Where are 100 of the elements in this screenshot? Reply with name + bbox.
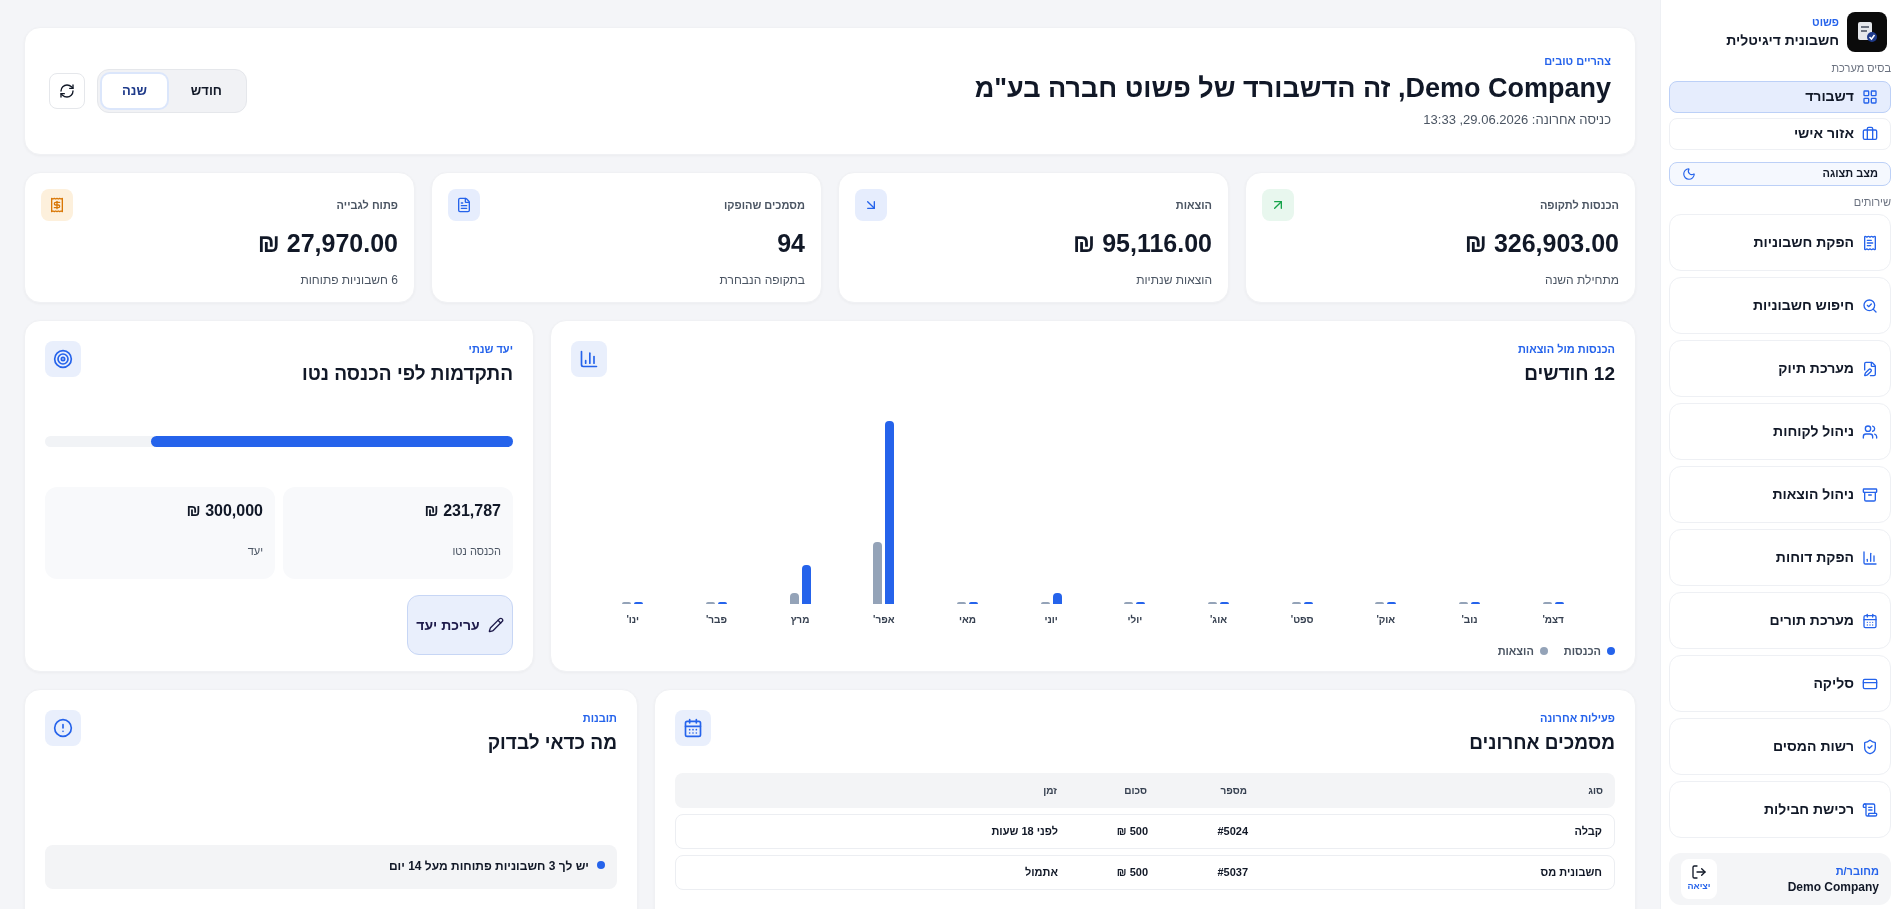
card-title: התקדמות לפי הכנסה נטו	[301, 361, 513, 386]
users-icon	[1862, 423, 1878, 440]
arrow-down-icon	[855, 189, 887, 221]
logout-button[interactable]: יציאה	[1681, 859, 1717, 899]
brand-caption: פשוט	[1811, 15, 1839, 30]
nav-item[interactable]: ניהול הוצאות	[1669, 466, 1891, 523]
logo-icon	[1847, 12, 1887, 52]
month-label: יולי	[1127, 612, 1143, 627]
card-title: 12 חודשים	[1523, 361, 1615, 386]
bullet-icon	[597, 861, 605, 869]
stat-caption: מתחילת השנה	[1544, 271, 1619, 289]
pencil-icon	[487, 617, 504, 634]
user-caption: מחובר/ת	[1834, 864, 1879, 879]
stat-value: 95,116.00 ₪	[1072, 228, 1212, 259]
nav-item[interactable]: מערכת תורים	[1669, 592, 1891, 649]
target-icon	[45, 341, 81, 377]
stat-value: 94	[776, 228, 805, 259]
table-cell-text: 500 ₪	[1115, 824, 1148, 840]
column-header: מספר	[1219, 784, 1247, 798]
card-eyebrow: תובנות	[581, 711, 617, 726]
stat-value: 27,970.00 ₪	[256, 228, 398, 259]
expense-bar	[789, 592, 799, 604]
column-header: זמן	[1042, 784, 1057, 798]
page-title: Demo Company, זה הדשבורד של פשוט חברה בע"מ	[974, 71, 1611, 105]
legend-label: הוצאות	[1497, 643, 1534, 659]
nav-item[interactable]: רשות המסים	[1669, 718, 1891, 775]
nav-item[interactable]: סליקה	[1669, 655, 1891, 712]
bar-chart-icon	[1862, 549, 1878, 566]
stat-value: 326,903.00 ₪	[1463, 228, 1619, 259]
month-label: פבר'	[705, 612, 727, 627]
refresh-button[interactable]	[49, 73, 85, 109]
nav-item[interactable]: דשבורד	[1669, 80, 1891, 113]
stat-caption: הוצאות שנתיות	[1135, 271, 1212, 289]
income-bar	[801, 564, 811, 604]
section-label: בסיס מערכת	[1831, 61, 1891, 76]
nav-item[interactable]: אזור אישי	[1669, 117, 1891, 150]
card-eyebrow: פעילות אחרונה	[1539, 711, 1615, 726]
card-eyebrow: יעד שנתי	[467, 342, 513, 357]
card-title: מה כדאי לבדוק	[487, 730, 617, 755]
nav-item[interactable]: הפקת חשבוניות	[1669, 214, 1891, 271]
nav-item[interactable]: רכישת חבילות	[1669, 781, 1891, 838]
month-label: אוג'	[1209, 612, 1227, 627]
column-header: סכום	[1123, 784, 1147, 798]
theme-toggle[interactable]: מצב תצוגה	[1669, 161, 1891, 186]
table-cell-text: #5024	[1216, 824, 1248, 840]
nav-item[interactable]: ניהול לקוחות	[1669, 403, 1891, 460]
bar-chart-icon	[571, 341, 607, 377]
user-name: Demo Company	[1787, 879, 1879, 895]
table-cell-text: 500 ₪	[1115, 865, 1148, 881]
table-cell-text: אתמול	[1024, 865, 1058, 881]
moon-icon	[1682, 166, 1696, 181]
table-cell-text: קבלה	[1573, 824, 1602, 840]
stat-caption: בתקופה הנבחרת	[718, 271, 805, 289]
nav-item[interactable]: הפקת דוחות	[1669, 529, 1891, 586]
goal-label: יעד	[246, 544, 263, 560]
month-label: נוב'	[1461, 612, 1478, 627]
stat-label: פתוח לגבייה	[336, 197, 398, 213]
month-label: יוני	[1044, 612, 1058, 627]
receipt-icon	[1862, 234, 1878, 251]
receipt-icon	[41, 189, 73, 221]
archive-icon	[1862, 486, 1878, 503]
expense-bar	[873, 541, 883, 604]
document-icon	[448, 189, 480, 221]
month-label: ספט'	[1290, 612, 1314, 627]
greeting: צהריים טובים	[1543, 54, 1611, 69]
edit-goal-button[interactable]: עריכת יעד	[407, 595, 513, 655]
stat-label: הכנסות לתקופה	[1539, 197, 1619, 213]
grid-icon	[1862, 88, 1878, 105]
table-cell-text: לפני 18 שעות	[990, 824, 1058, 840]
calendar-icon	[675, 710, 711, 746]
shield-icon	[1862, 738, 1878, 755]
refresh-icon	[59, 83, 75, 99]
logout-icon	[1691, 864, 1707, 881]
stat-label: הוצאות	[1175, 197, 1212, 213]
alert-icon	[45, 710, 81, 746]
arrow-up-icon	[1262, 189, 1294, 221]
month-label: ינו'	[626, 612, 640, 627]
period-tab[interactable]: חודש	[170, 74, 242, 108]
month-label: מאי	[958, 612, 976, 627]
goal-value: 231,787 ₪	[423, 501, 501, 522]
stat-caption: 6 חשבוניות פתוחות	[299, 271, 398, 289]
month-label: מרץ	[790, 612, 810, 627]
table-cell-text: #5037	[1216, 865, 1248, 881]
nav-item[interactable]: חיפוש חשבוניות	[1669, 277, 1891, 334]
goal-value: 300,000 ₪	[185, 501, 263, 522]
scroll-icon	[1862, 801, 1878, 818]
income-bar	[1052, 592, 1062, 604]
last-login: כניסה אחרונה: 29.06.2026, 13:33	[1422, 110, 1611, 129]
month-label: אפר'	[873, 612, 895, 627]
period-tab[interactable]: שנה	[102, 74, 167, 108]
month-label: אוק'	[1376, 612, 1396, 627]
legend-label: הכנסות	[1563, 643, 1601, 659]
nav-item[interactable]: מערכת תיוק	[1669, 340, 1891, 397]
brand-title: חשבונית דיגיטלית	[1726, 31, 1839, 50]
card-eyebrow: הכנסות מול הוצאות	[1517, 342, 1615, 357]
goal-label: הכנסה נטו	[451, 544, 501, 560]
stat-label: מסמכים שהופקו	[724, 197, 805, 213]
card-title: מסמכים אחרונים	[1469, 730, 1615, 755]
month-label: דצמ'	[1542, 612, 1564, 627]
briefcase-icon	[1862, 125, 1878, 142]
